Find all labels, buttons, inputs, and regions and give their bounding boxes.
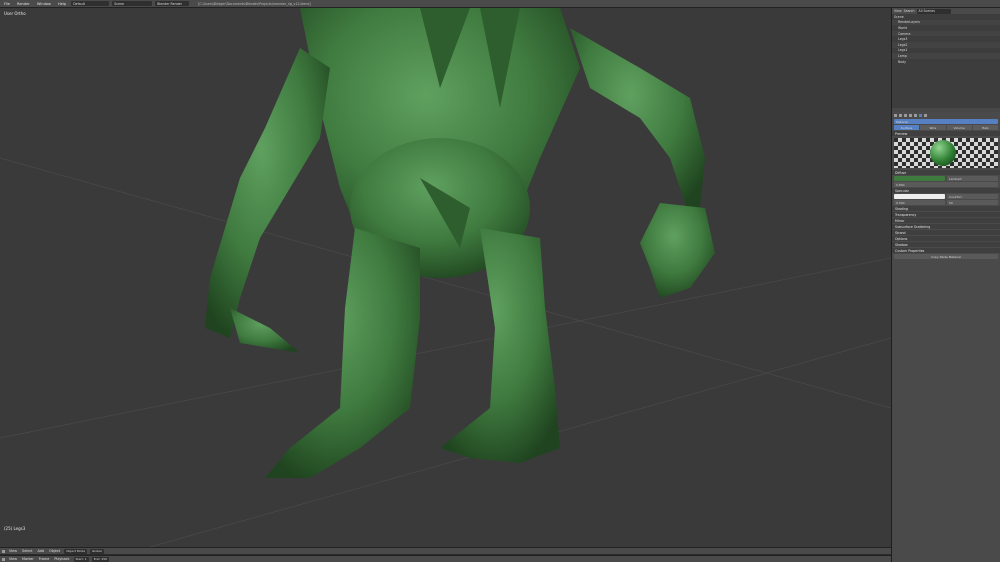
menu-file[interactable]: File bbox=[2, 2, 12, 6]
panel-transparency[interactable]: Transparency bbox=[892, 212, 1000, 217]
diffuse-intensity-row: 0.800 bbox=[894, 182, 998, 187]
menu-select[interactable]: Select bbox=[21, 549, 33, 553]
specular-row: CookTorr bbox=[894, 194, 998, 199]
specular-values-row: 0.500 50 bbox=[894, 200, 998, 205]
specular-color-swatch[interactable] bbox=[894, 194, 945, 199]
mode-selector[interactable]: Object Mode bbox=[64, 548, 88, 554]
specular-intensity-field[interactable]: 0.500 bbox=[894, 200, 945, 205]
world-tab-icon[interactable] bbox=[904, 114, 907, 117]
tab-halo[interactable]: Halo bbox=[972, 125, 998, 130]
timeline-header: View Marker Frame Playback Start: 1 End:… bbox=[0, 555, 891, 562]
diffuse-intensity-field[interactable]: 0.800 bbox=[894, 182, 998, 187]
monster-model[interactable] bbox=[205, 8, 715, 478]
panel-custom-properties[interactable]: Custom Properties bbox=[892, 248, 1000, 253]
right-panels: View Search All Scenes Scene RenderLayer… bbox=[891, 8, 1000, 562]
orientation-selector[interactable]: Global bbox=[90, 548, 104, 554]
tab-wire[interactable]: Wire bbox=[920, 125, 946, 130]
diffuse-color-swatch[interactable] bbox=[894, 176, 945, 181]
diffuse-shader-selector[interactable]: Lambert bbox=[947, 176, 998, 181]
menu-object[interactable]: Object bbox=[48, 549, 61, 553]
outliner-display-mode[interactable]: All Scenes bbox=[916, 8, 951, 14]
layout-selector[interactable]: Default bbox=[71, 1, 110, 6]
timeline-menu-playback[interactable]: Playback bbox=[53, 557, 70, 561]
menu-add[interactable]: Add bbox=[37, 549, 46, 553]
texture-tab-icon[interactable] bbox=[924, 114, 927, 117]
render-engine-selector[interactable]: Blender Render bbox=[155, 1, 190, 6]
active-object-label: (25) Legs3 bbox=[4, 526, 26, 531]
viewport-scene bbox=[0, 8, 891, 547]
scene-tab-icon[interactable] bbox=[899, 114, 902, 117]
timeline-editor-icon[interactable] bbox=[2, 557, 5, 561]
menu-render[interactable]: Render bbox=[15, 2, 32, 6]
outliner-search-menu[interactable]: Search bbox=[904, 9, 915, 13]
outliner-view-menu[interactable]: View bbox=[894, 9, 902, 13]
tab-volume[interactable]: Volume bbox=[946, 125, 972, 130]
3d-viewport[interactable]: User Ortho (25) Legs3 bbox=[0, 8, 891, 547]
timeline-menu-marker[interactable]: Marker bbox=[21, 557, 35, 561]
properties-tab-icons bbox=[894, 113, 998, 118]
properties-editor: Material Surface Wire Volume Halo Previe… bbox=[892, 112, 1000, 562]
panel-mirror[interactable]: Mirror bbox=[892, 218, 1000, 223]
scene-selector[interactable]: Scene bbox=[112, 1, 153, 6]
copy-paste-material-button[interactable]: Copy Paste Material bbox=[894, 254, 998, 259]
panel-preview[interactable]: Preview bbox=[892, 131, 1000, 136]
hardness-field[interactable]: 50 bbox=[947, 200, 998, 205]
material-slot-row: Material bbox=[894, 119, 998, 124]
menu-window[interactable]: Window bbox=[35, 2, 53, 6]
object-tab-icon[interactable] bbox=[909, 114, 912, 117]
top-header-bar: File Render Window Help Default Scene Bl… bbox=[0, 0, 1000, 8]
panel-diffuse[interactable]: Diffuse bbox=[892, 170, 1000, 175]
timeline-menu-frame[interactable]: Frame bbox=[38, 557, 51, 561]
material-preview bbox=[894, 138, 998, 168]
material-slot[interactable]: Material bbox=[894, 119, 998, 124]
tab-surface[interactable]: Surface bbox=[894, 125, 920, 130]
panel-strand[interactable]: Strand bbox=[892, 230, 1000, 235]
panel-options[interactable]: Options bbox=[892, 236, 1000, 241]
start-frame-field[interactable]: Start: 1 bbox=[73, 556, 89, 562]
viewport-header: View Select Add Object Object Mode Globa… bbox=[0, 547, 891, 554]
menu-view[interactable]: View bbox=[8, 549, 18, 553]
editor-type-icon[interactable] bbox=[2, 549, 5, 553]
outliner-tree: Scene RenderLayers World Camera Legs3 Le… bbox=[892, 14, 1000, 64]
modifier-tab-icon[interactable] bbox=[914, 114, 917, 117]
panel-shadow[interactable]: Shadow bbox=[892, 242, 1000, 247]
preview-sphere bbox=[930, 140, 956, 166]
menu-help[interactable]: Help bbox=[56, 2, 68, 6]
material-tab-icon[interactable] bbox=[919, 114, 922, 117]
end-frame-field[interactable]: End: 250 bbox=[91, 556, 110, 562]
outliner-item[interactable]: Body bbox=[892, 59, 1000, 65]
file-path: [C:\Users\Bridger\Documents\Blender\Proj… bbox=[198, 1, 311, 6]
render-tab-icon[interactable] bbox=[894, 114, 897, 117]
material-type-tabs: Surface Wire Volume Halo bbox=[894, 125, 998, 130]
panel-specular[interactable]: Specular bbox=[892, 188, 1000, 193]
panel-shading[interactable]: Shading bbox=[892, 206, 1000, 211]
diffuse-row: Lambert bbox=[894, 176, 998, 181]
viewport-view-label: User Ortho bbox=[4, 11, 26, 16]
panel-sss[interactable]: Subsurface Scattering bbox=[892, 224, 1000, 229]
copy-paste-row: Copy Paste Material bbox=[894, 254, 998, 259]
outliner[interactable]: View Search All Scenes Scene RenderLayer… bbox=[892, 8, 1000, 108]
timeline-menu-view[interactable]: View bbox=[8, 557, 18, 561]
specular-shader-selector[interactable]: CookTorr bbox=[947, 194, 998, 199]
